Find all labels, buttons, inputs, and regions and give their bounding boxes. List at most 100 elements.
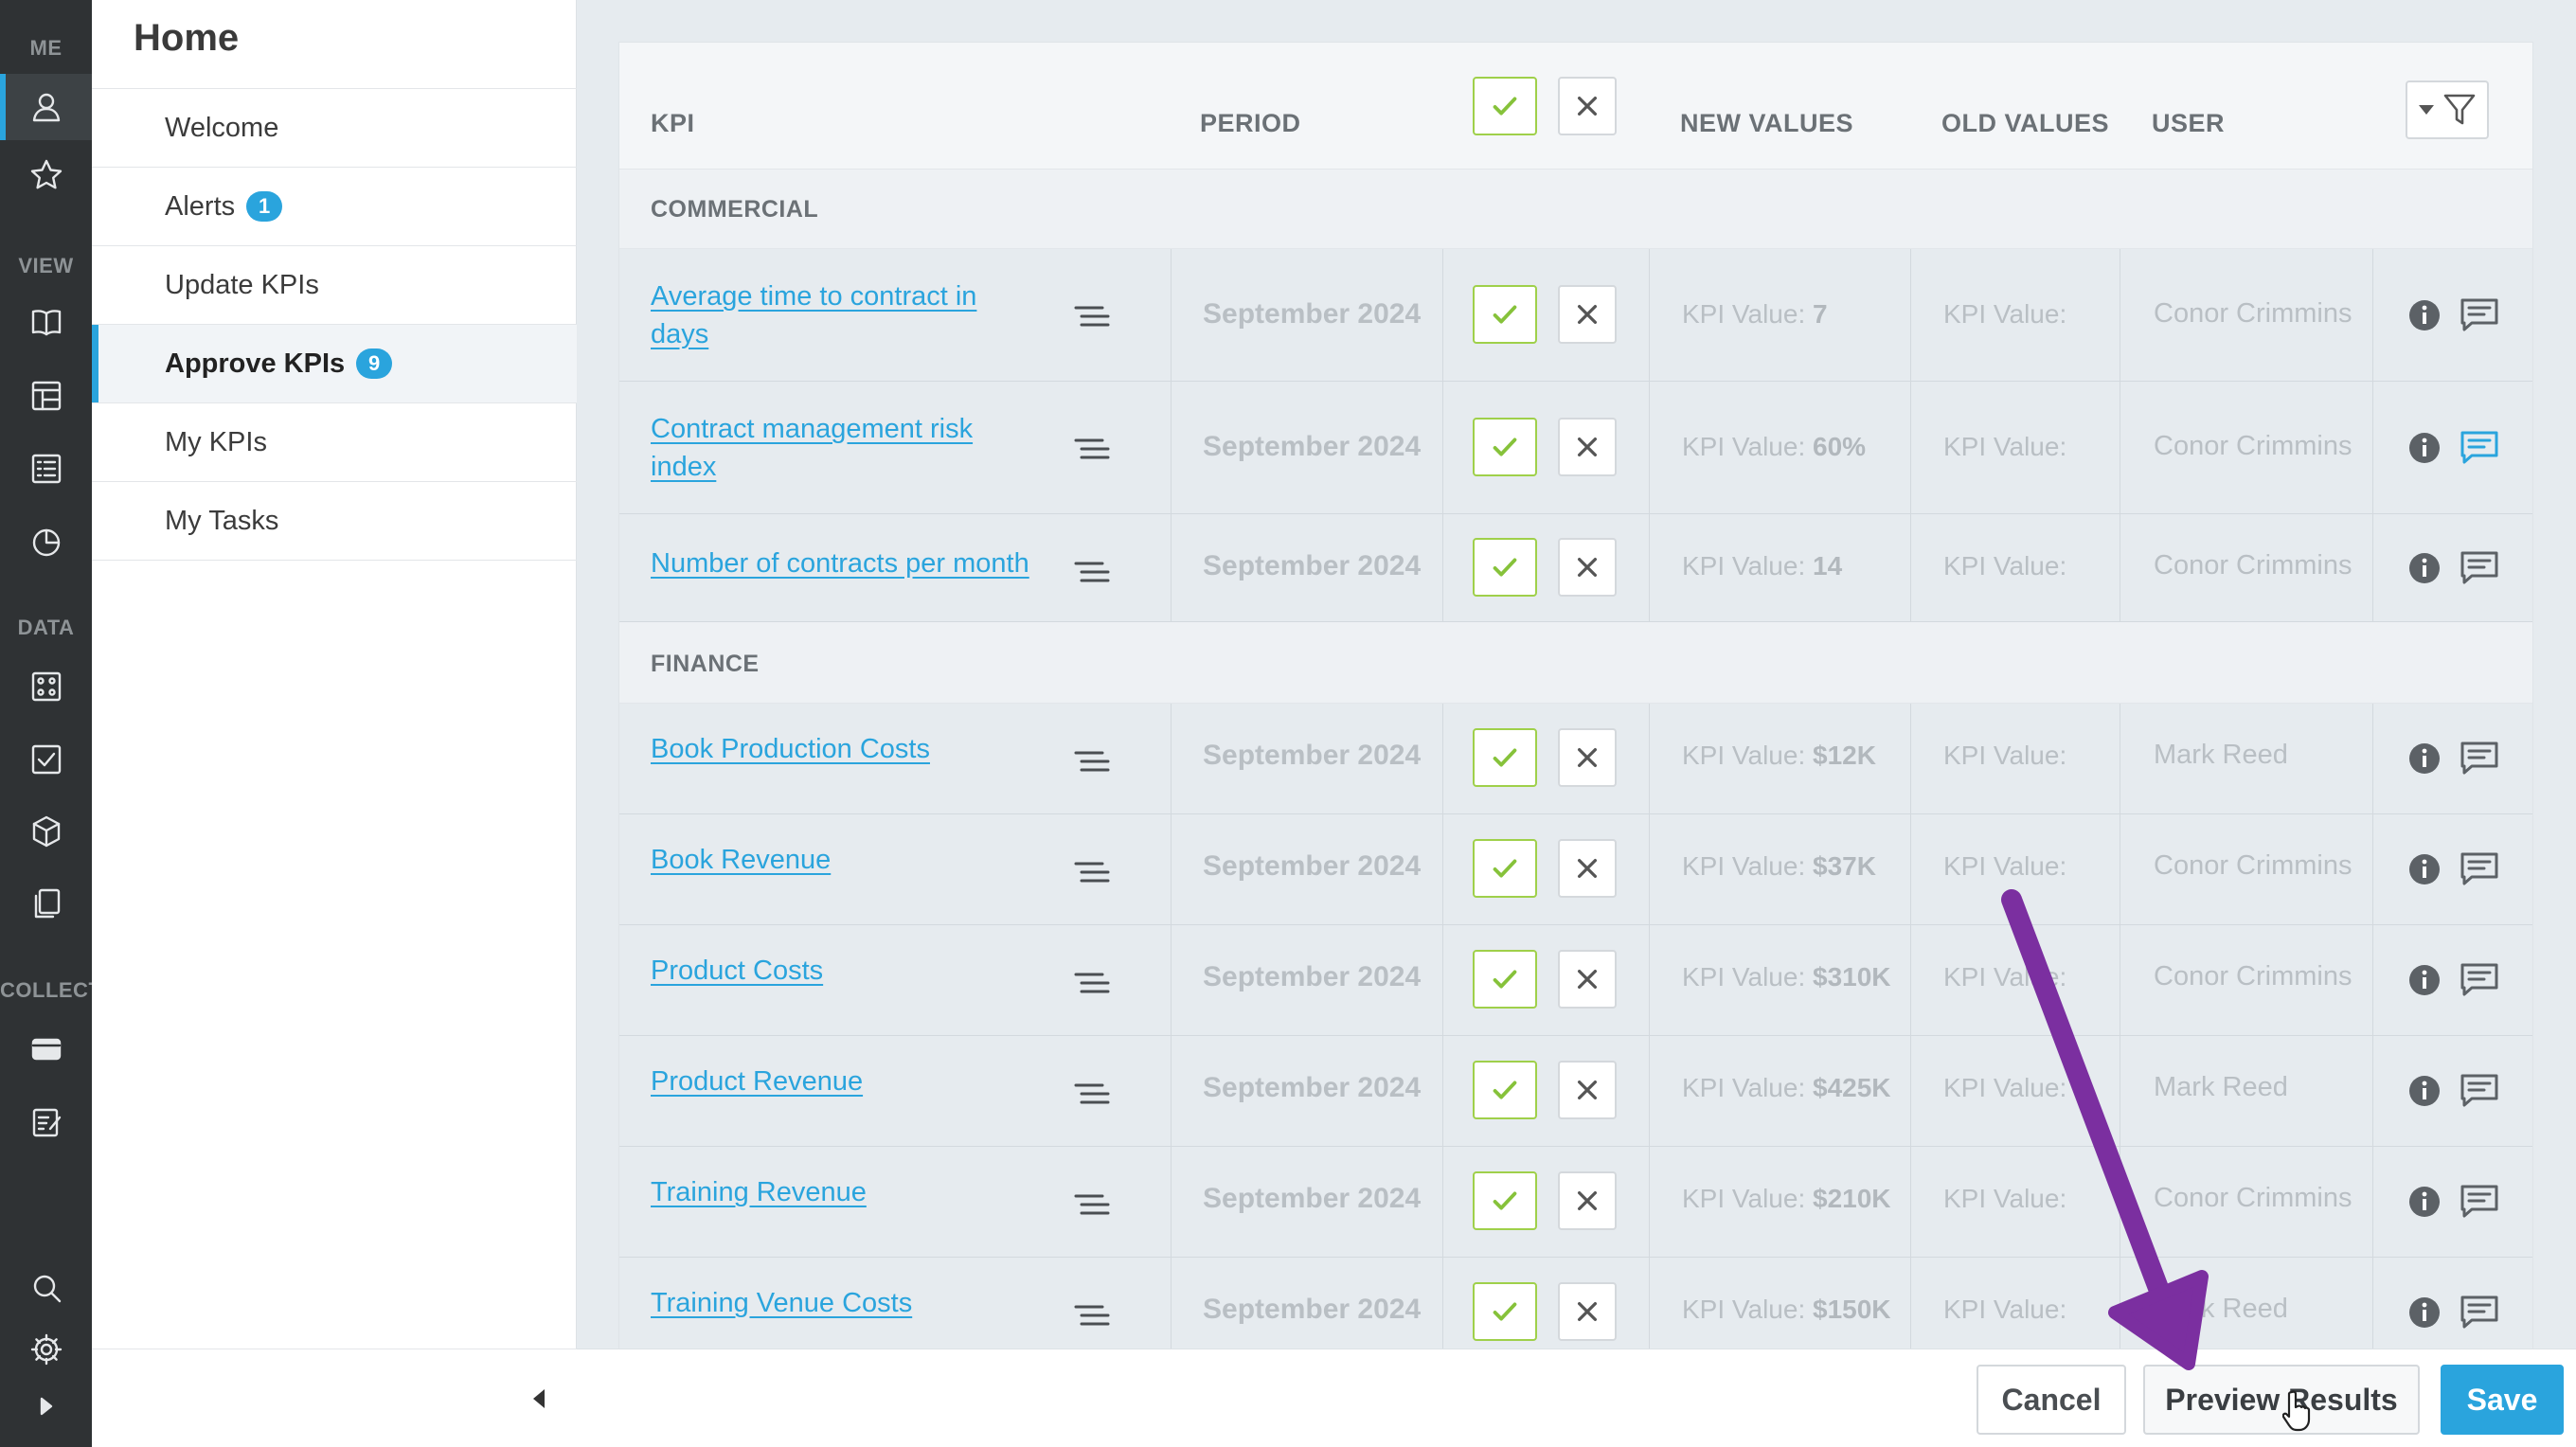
reject-button[interactable] xyxy=(1558,1171,1617,1230)
alerts-count-badge: 1 xyxy=(246,191,283,222)
kpi-link[interactable]: Book Revenue xyxy=(651,841,1029,879)
kpi-link[interactable]: Contract management risk index xyxy=(651,410,1029,486)
book-icon[interactable] xyxy=(0,290,92,356)
close-icon xyxy=(1577,1190,1598,1211)
pie-chart-icon[interactable] xyxy=(0,509,92,575)
comment-icon[interactable] xyxy=(2459,549,2500,587)
details-lines-icon[interactable] xyxy=(1072,298,1110,336)
nav-item-update-kpis[interactable]: Update KPIs xyxy=(92,246,577,325)
reject-button[interactable] xyxy=(1558,839,1617,898)
kpi-link[interactable]: Product Revenue xyxy=(651,1063,1029,1100)
details-lines-icon[interactable] xyxy=(1072,1187,1110,1224)
comment-icon[interactable] xyxy=(2459,296,2500,334)
comment-icon[interactable] xyxy=(2459,1072,2500,1110)
kpi-link[interactable]: Training Venue Costs xyxy=(651,1284,1029,1322)
approve-button[interactable] xyxy=(1473,285,1537,344)
collapse-panel-icon[interactable] xyxy=(520,1380,558,1418)
reject-button[interactable] xyxy=(1558,1061,1617,1119)
reject-button[interactable] xyxy=(1558,418,1617,476)
approve-button[interactable] xyxy=(1473,418,1537,476)
details-lines-icon[interactable] xyxy=(1072,431,1110,469)
comment-active-icon[interactable] xyxy=(2459,429,2500,467)
kpi-link[interactable]: Training Revenue xyxy=(651,1173,1029,1211)
user-icon[interactable] xyxy=(0,74,92,140)
table-row: Average time to contract in days Septemb… xyxy=(619,249,2532,382)
comment-icon[interactable] xyxy=(2459,1294,2500,1331)
reject-button[interactable] xyxy=(1558,1282,1617,1341)
check-icon xyxy=(1493,305,1517,324)
kpi-link[interactable]: Average time to contract in days xyxy=(651,277,1029,353)
reject-button[interactable] xyxy=(1558,950,1617,1009)
info-icon[interactable] xyxy=(2407,1074,2442,1108)
approve-button[interactable] xyxy=(1473,1061,1537,1119)
details-lines-icon[interactable] xyxy=(1072,854,1110,892)
cancel-button[interactable]: Cancel xyxy=(1977,1365,2126,1435)
save-button[interactable]: Save xyxy=(2441,1365,2564,1435)
details-lines-icon[interactable] xyxy=(1072,965,1110,1003)
nav-item-label: My Tasks xyxy=(165,505,279,536)
details-lines-icon[interactable] xyxy=(1072,1297,1110,1335)
details-lines-icon[interactable] xyxy=(1072,554,1110,592)
approve-button[interactable] xyxy=(1473,950,1537,1009)
info-icon[interactable] xyxy=(2407,852,2442,886)
info-icon[interactable] xyxy=(2407,551,2442,585)
form-icon[interactable] xyxy=(0,1089,92,1155)
user-name: Mark Reed xyxy=(2154,1294,2288,1324)
info-icon[interactable] xyxy=(2407,298,2442,332)
approve-button[interactable] xyxy=(1473,538,1537,597)
approve-button[interactable] xyxy=(1473,1282,1537,1341)
card-icon[interactable] xyxy=(0,1016,92,1082)
approve-button[interactable] xyxy=(1473,839,1537,898)
nav-item-label: Welcome xyxy=(165,112,279,143)
comment-icon[interactable] xyxy=(2459,740,2500,777)
old-value: KPI Value: xyxy=(1943,1184,2067,1213)
nav-item-my-tasks[interactable]: My Tasks xyxy=(92,482,577,561)
reject-all-button[interactable] xyxy=(1558,77,1617,135)
nav-item-my-kpis[interactable]: My KPIs xyxy=(92,403,577,482)
header-period[interactable]: PERIOD xyxy=(1200,109,1301,138)
user-name: Conor Crimmins xyxy=(2154,298,2352,329)
info-icon[interactable] xyxy=(2407,431,2442,465)
expand-icon[interactable] xyxy=(0,1373,92,1439)
header-kpi[interactable]: KPI xyxy=(651,109,695,138)
header-user[interactable]: USER xyxy=(2152,109,2225,138)
preview-results-button[interactable]: Preview Results xyxy=(2143,1365,2420,1435)
details-lines-icon[interactable] xyxy=(1072,1076,1110,1114)
comment-icon[interactable] xyxy=(2459,961,2500,999)
filter-button[interactable] xyxy=(2406,80,2489,139)
comment-icon[interactable] xyxy=(2459,1183,2500,1221)
nav-item-approve-kpis[interactable]: Approve KPIs 9 xyxy=(92,325,577,403)
reject-button[interactable] xyxy=(1558,538,1617,597)
nav-item-alerts[interactable]: Alerts 1 xyxy=(92,168,577,246)
documents-icon[interactable] xyxy=(0,871,92,938)
period-value: September 2024 xyxy=(1203,550,1422,581)
dashboard-icon[interactable] xyxy=(0,363,92,429)
table-row: Training Venue Costs September 2024 KPI … xyxy=(619,1258,2532,1349)
old-value: KPI Value: xyxy=(1943,551,2067,581)
kpi-link[interactable]: Number of contracts per month xyxy=(651,545,1067,582)
info-icon[interactable] xyxy=(2407,741,2442,776)
approve-all-button[interactable] xyxy=(1473,77,1537,135)
header-old-values[interactable]: OLD VALUES xyxy=(1941,109,2109,138)
info-icon[interactable] xyxy=(2407,1185,2442,1219)
info-icon[interactable] xyxy=(2407,1295,2442,1330)
list-icon[interactable] xyxy=(0,436,92,502)
approve-button[interactable] xyxy=(1473,1171,1537,1230)
kpi-link[interactable]: Book Production Costs xyxy=(651,730,1029,768)
period-value: September 2024 xyxy=(1203,1183,1422,1214)
search-icon[interactable] xyxy=(0,1255,92,1321)
comment-icon[interactable] xyxy=(2459,850,2500,888)
grid-icon[interactable] xyxy=(0,653,92,720)
cube-icon[interactable] xyxy=(0,798,92,865)
new-value: KPI Value: 7 xyxy=(1682,299,1828,329)
approve-button[interactable] xyxy=(1473,728,1537,787)
details-lines-icon[interactable] xyxy=(1072,743,1110,781)
kpi-link[interactable]: Product Costs xyxy=(651,952,1029,990)
nav-item-welcome[interactable]: Welcome xyxy=(92,89,577,168)
checkbox-icon[interactable] xyxy=(0,726,92,793)
reject-button[interactable] xyxy=(1558,285,1617,344)
reject-button[interactable] xyxy=(1558,728,1617,787)
header-new-values[interactable]: NEW VALUES xyxy=(1680,109,1853,138)
star-icon[interactable] xyxy=(0,142,92,208)
info-icon[interactable] xyxy=(2407,963,2442,997)
